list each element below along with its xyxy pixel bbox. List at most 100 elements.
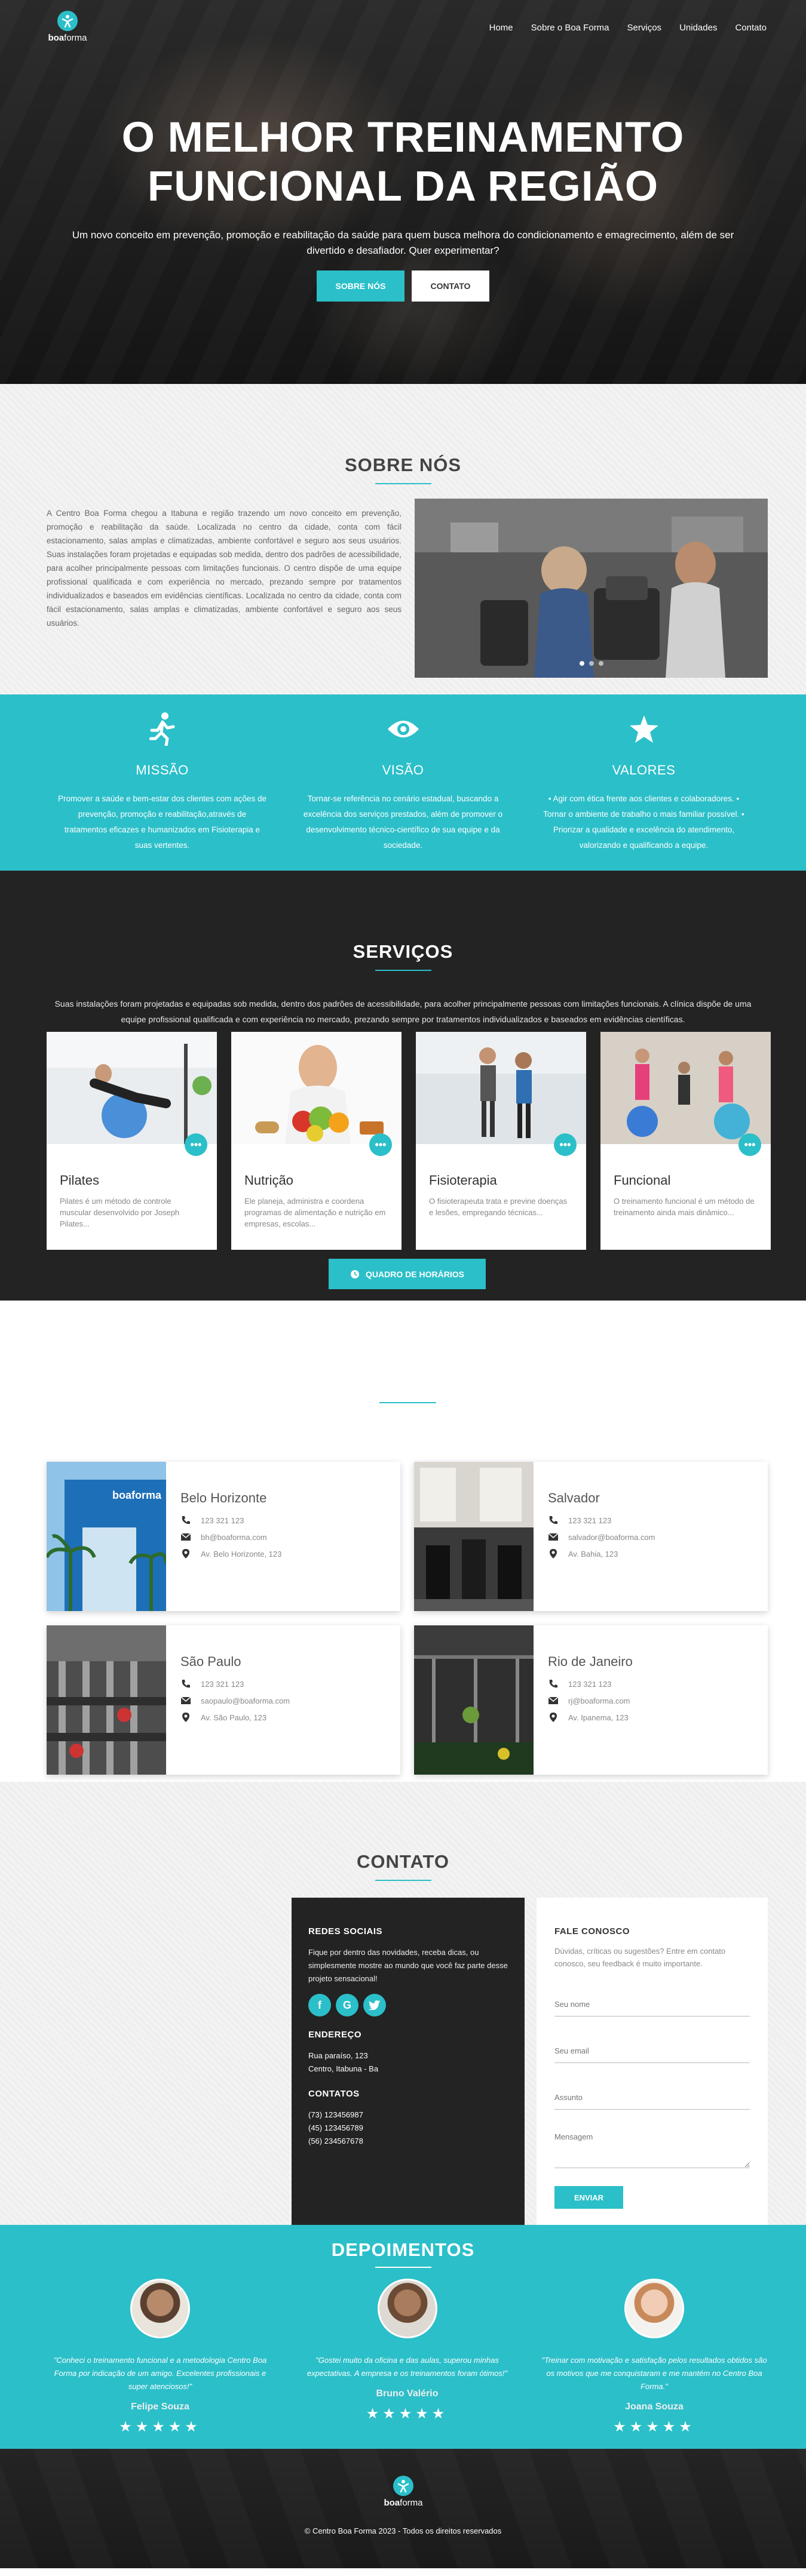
unit-address: Av. Bahia, 123 [568,1549,618,1558]
brand-logo[interactable]: boaforma [47,11,88,43]
unit-email-row: salvador@boaforma.com [548,1529,655,1545]
unit-phone: 123 321 123 [568,1679,612,1689]
gym-treadmill-photo [415,499,768,678]
eye-icon [299,711,508,747]
contact-form: FALE CONOSCO Dúvidas, críticas ou sugest… [537,1898,768,2235]
unit-address-row: Av. Belo Horizonte, 123 [180,1545,281,1562]
service-title: Funcional [614,1173,671,1188]
envelope-icon [548,1696,559,1704]
service-description: Ele planeja, administra e coordena progr… [244,1197,386,1228]
unit-email-row: rj@boaforma.com [548,1692,633,1709]
unit-email[interactable]: rj@boaforma.com [568,1696,630,1705]
logo-figure-icon [57,11,78,31]
unit-email[interactable]: saopaulo@boaforma.com [201,1696,290,1705]
google-icon[interactable]: G [336,1994,358,2016]
facebook-icon[interactable]: f [308,1994,331,2016]
address-line-2: Centro, Itabuna - Ba [308,2064,379,2073]
service-description: Pilates é um método de controle muscular… [60,1197,180,1228]
unit-email[interactable]: bh@boaforma.com [201,1533,267,1542]
nav-home[interactable]: Home [489,23,513,33]
unit-card-rio-de-janeiro[interactable]: Rio de Janeiro 123 321 123 rj@boaforma.c… [414,1625,768,1775]
about-carousel[interactable] [415,499,768,678]
service-title: Fisioterapia [429,1173,497,1188]
message-field[interactable] [554,2132,750,2168]
more-button[interactable]: ••• [554,1133,577,1156]
clock-icon [351,1269,360,1278]
email-field[interactable] [554,2039,750,2063]
phone-icon [182,1516,190,1524]
social-text: Fique por dentro das novidades, receba d… [308,1948,508,1983]
more-button[interactable]: ••• [738,1133,761,1156]
social-title: REDES SOCIAIS [308,1926,383,1936]
contacts-title: CONTATOS [308,2089,360,2099]
unit-email[interactable]: salvador@boaforma.com [568,1533,655,1542]
unit-phone: 123 321 123 [568,1516,612,1525]
vision-title: VISÃO [382,763,424,777]
unit-phone: 123 321 123 [201,1679,244,1689]
vision-text: Tornar-se referência no cenário estadual… [303,794,503,850]
unit-address: Av. Ipanema, 123 [568,1713,629,1722]
schedule-button[interactable]: QUADRO DE HORÁRIOS [329,1259,486,1289]
map-pin-icon [550,1713,557,1722]
envelope-icon [180,1696,191,1704]
service-card-pilates[interactable]: ••• Pilates Pilates é um método de contr… [47,1032,217,1250]
unit-card-belo-horizonte[interactable]: boaforma Belo Horizonte 123 321 123 bh@b… [45,1462,400,1611]
nav-about[interactable]: Sobre o Boa Forma [531,23,609,33]
title-underline [375,970,431,971]
about-title: SOBRE NÓS [344,454,462,475]
unit-city: Salvador [548,1490,600,1505]
unit-email-row: bh@boaforma.com [180,1529,281,1545]
name-field[interactable] [554,1993,750,2016]
twitter-icon[interactable] [363,1994,386,2016]
unit-card-salvador[interactable]: Salvador 123 321 123 salvador@boaforma.c… [414,1462,768,1611]
address-line-1: Rua paraíso, 123 [308,2051,368,2060]
unit-phone-row: 123 321 123 [548,1512,655,1529]
contact-title: CONTATO [356,1851,450,1872]
schedule-label: QUADRO DE HORÁRIOS [366,1269,464,1279]
more-button[interactable]: ••• [369,1133,392,1156]
service-title: Pilates [60,1173,100,1188]
functional-photo: ••• [600,1032,771,1156]
map-pin-icon [182,1713,189,1722]
unit-card-sao-paulo[interactable]: São Paulo 123 321 123 saopaulo@boaforma.… [47,1625,400,1775]
testimonials-title: DEPOIMENTOS [331,2239,475,2260]
mission-text: Promover a saúde e bem-estar dos cliente… [58,794,266,850]
copyright: © Centro Boa Forma 2023 - Todos os direi… [304,2526,502,2535]
send-button[interactable]: ENVIAR [554,2186,623,2209]
about-button[interactable]: SOBRE NÓS [317,270,404,302]
service-card-physio[interactable]: ••• Fisioterapia O fisioterapeuta trata … [416,1032,586,1250]
hero-buttons: SOBRE NÓS CONTATO [0,270,806,302]
map-pin-icon [550,1549,557,1558]
service-card-nutrition[interactable]: ••• Nutrição Ele planeja, administra e c… [231,1032,402,1250]
contact-button[interactable]: CONTATO [412,270,489,302]
nav-services[interactable]: Serviços [627,23,662,33]
map-pin-icon [182,1549,189,1558]
unit-city: São Paulo [180,1654,241,1669]
hero-subtitle: Um novo conceito em prevenção, promoção … [72,229,734,256]
social-panel: REDES SOCIAIS Fique por dentro das novid… [292,1898,525,2235]
nav-contact[interactable]: Contato [735,23,767,33]
contact-section: CONTATO REDES SOCIAIS Fique por dentro d… [0,1782,806,2235]
services-title: SERVIÇOS [353,941,453,962]
testimonial-quote: "Gostei muito da oficina e das aulas, su… [307,2356,508,2378]
unit-phone-row: 123 321 123 [180,1512,281,1529]
logo-figure-icon [393,2476,413,2496]
unit-address-row: Av. São Paulo, 123 [180,1709,290,1726]
carousel-dots[interactable] [415,661,768,666]
runner-icon [58,711,267,747]
logo-text: boaforma [384,2498,423,2508]
phone-1: (73) 123456987 [308,2110,363,2119]
service-description: O treinamento funcional é um método de t… [614,1197,755,1217]
form-text: Dúvidas, críticas ou sugestões? Entre em… [554,1947,726,1968]
rating-stars: ★★★★★ [613,2419,695,2435]
address-title: ENDEREÇO [308,2030,362,2040]
testimonial-author: Felipe Souza [131,2402,189,2412]
nav-units[interactable]: Unidades [679,23,717,33]
footer-logo[interactable]: boaforma [382,2476,424,2508]
subject-field[interactable] [554,2086,750,2110]
mission-vision-values: MISSÃO Promover a saúde e bem-estar dos … [0,694,806,871]
title-underline [375,483,431,484]
service-card-functional[interactable]: ••• Funcional O treinamento funcional é … [600,1032,771,1250]
more-button[interactable]: ••• [185,1133,207,1156]
unit-phone-row: 123 321 123 [548,1676,633,1692]
